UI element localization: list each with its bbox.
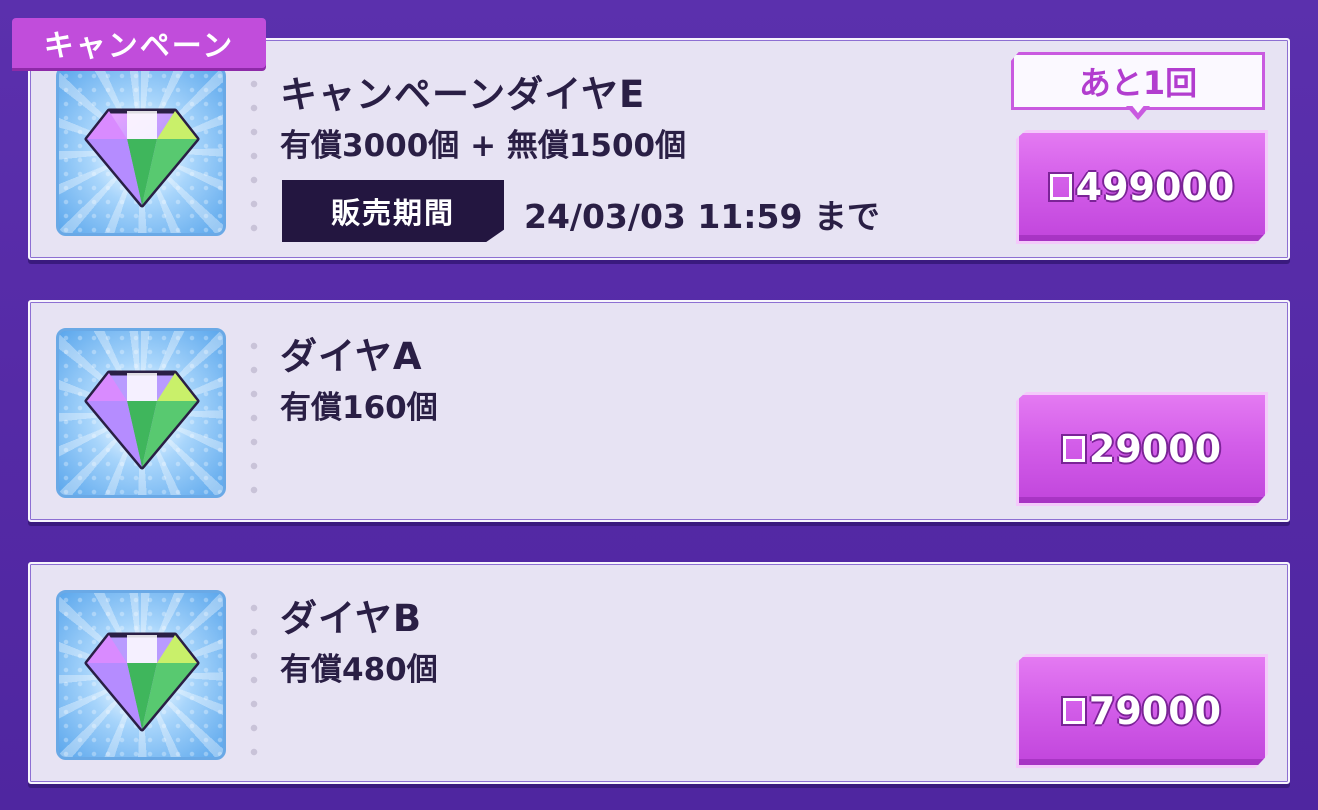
- diamond-gem-icon: [84, 632, 200, 732]
- purchase-button[interactable]: 29000: [1016, 392, 1268, 506]
- item-thumbnail: [56, 590, 226, 760]
- currency-square-icon: [1062, 698, 1085, 724]
- shop-item-diamond-b: ダイヤB 有償480個 79000: [28, 562, 1290, 784]
- divider-dots: [250, 334, 258, 494]
- item-description: 有償160個: [280, 390, 438, 426]
- item-title: キャンペーンダイヤE: [280, 73, 646, 116]
- sale-period-label: 販売期間: [282, 180, 504, 242]
- price-label: 79000: [1088, 689, 1222, 733]
- item-title: ダイヤB: [280, 597, 423, 640]
- item-title: ダイヤA: [280, 335, 423, 378]
- diamond-gem-icon: [84, 370, 200, 470]
- divider-dots: [250, 596, 258, 756]
- diamond-gem-icon: [84, 108, 200, 208]
- currency-square-icon: [1049, 174, 1072, 200]
- purchase-button[interactable]: 499000: [1016, 130, 1268, 244]
- shop-item-diamond-a: ダイヤA 有償160個 29000: [28, 300, 1290, 522]
- item-description: 有償480個: [280, 652, 438, 688]
- limit-badge-pointer: [1126, 103, 1150, 120]
- price-label: 29000: [1088, 427, 1222, 471]
- item-description: 有償3000個 + 無償1500個: [280, 128, 687, 164]
- item-thumbnail: [56, 328, 226, 498]
- campaign-tag: キャンペーン: [12, 18, 266, 68]
- divider-dots: [250, 72, 258, 232]
- sale-period-value: 24/03/03 11:59 まで: [524, 197, 880, 236]
- purchase-button[interactable]: 79000: [1016, 654, 1268, 768]
- item-thumbnail: [56, 66, 226, 236]
- price-label: 499000: [1075, 165, 1235, 209]
- currency-square-icon: [1062, 436, 1085, 462]
- purchase-limit-badge: あと1回: [1011, 52, 1265, 110]
